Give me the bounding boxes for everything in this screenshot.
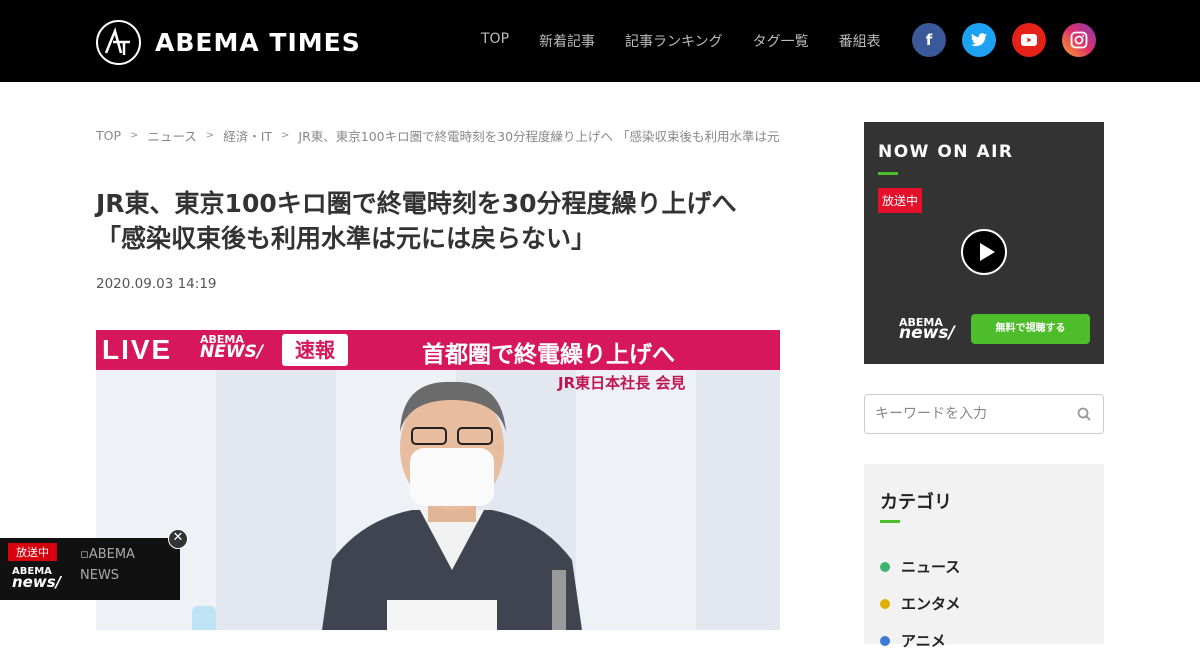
speaker-figure xyxy=(322,381,582,630)
close-icon[interactable]: ✕ xyxy=(168,529,188,549)
live-label: LIVE xyxy=(102,334,173,365)
category-item-news[interactable]: ニュース xyxy=(880,548,961,585)
twitter-icon[interactable] xyxy=(962,23,996,57)
breadcrumb-news[interactable]: ニュース xyxy=(147,126,196,144)
facebook-icon[interactable]: f xyxy=(912,23,946,57)
article-title: JR東、東京100キロ圏で終電時刻を30分程度繰り上げへ 「感染収束後も利用水準… xyxy=(96,189,737,253)
banner-subhead: JR東日本社長 会見 xyxy=(558,374,686,392)
instagram-icon[interactable] xyxy=(1062,23,1096,57)
nav-tags[interactable]: タグ一覧 xyxy=(753,31,809,51)
abema-news-logo: ABEMA NEWS/ xyxy=(200,333,264,362)
search-icon[interactable] xyxy=(1077,407,1091,421)
now-on-air-title: NOW ON AIR xyxy=(878,142,1014,162)
mini-thumbnail-alt: ▫ABEMA NEWS xyxy=(80,547,135,583)
breadcrumb-current: JR東、東京100キロ圏で終電時刻を30分程度繰り上げへ 「感染収束後も利用水準… xyxy=(298,128,780,144)
onair-badge: 放送中 xyxy=(878,188,923,213)
breadcrumb: TOP > ニュース > 経済・IT > JR東、東京100キロ圏で終電時刻を3… xyxy=(96,126,780,144)
breadcrumb-economy[interactable]: 経済・IT xyxy=(223,126,272,144)
title-underline xyxy=(878,172,898,175)
category-title: カテゴリ xyxy=(880,492,952,513)
now-on-air-widget: NOW ON AIR 放送中 ABEMA news/ 無料で視聴する xyxy=(864,122,1104,364)
search-box xyxy=(864,394,1104,434)
article-hero-image: LIVE ABEMA NEWS/ 速報 首都圏で終電繰り上げへ JR東日本社長 … xyxy=(96,330,780,630)
chevron-right-icon: > xyxy=(130,129,139,141)
mini-player[interactable]: 放送中 ABEMA news/ ▫ABEMA NEWS ✕ xyxy=(0,529,188,600)
broken-image-icon: ▫ xyxy=(80,547,89,562)
nav-top[interactable]: TOP xyxy=(481,31,509,51)
brand-name: ABEMA TIMES xyxy=(155,28,361,57)
category-widget: カテゴリ ニュース エンタメ アニメ xyxy=(864,464,1104,650)
nav-new-articles[interactable]: 新着記事 xyxy=(539,31,595,51)
nav-schedule[interactable]: 番組表 xyxy=(839,31,881,51)
article-date: 2020.09.03 14:19 xyxy=(96,276,217,292)
category-item-entertainment[interactable]: エンタメ xyxy=(880,585,961,622)
site-logo[interactable]: ABEMA TIMES xyxy=(96,20,361,65)
mini-onair-badge: 放送中 xyxy=(8,543,57,561)
site-header: ABEMA TIMES TOP 新着記事 記事ランキング タグ一覧 番組表 f xyxy=(0,0,1200,82)
watch-free-button[interactable]: 無料で視聴する xyxy=(971,314,1090,344)
category-list: ニュース エンタメ アニメ xyxy=(880,548,961,659)
play-icon[interactable] xyxy=(961,229,1007,275)
youtube-icon[interactable] xyxy=(1012,23,1046,57)
category-dot-icon xyxy=(880,598,890,609)
category-item-anime[interactable]: アニメ xyxy=(880,622,961,659)
main-nav: TOP 新着記事 記事ランキング タグ一覧 番組表 xyxy=(481,31,911,51)
water-bottle xyxy=(192,606,216,630)
chevron-right-icon: > xyxy=(205,129,215,141)
category-dot-icon xyxy=(880,635,890,646)
search-input[interactable] xyxy=(875,404,1065,424)
chevron-right-icon: > xyxy=(281,129,290,141)
logo-mark-icon xyxy=(96,20,141,65)
breadcrumb-top[interactable]: TOP xyxy=(96,128,121,143)
category-dot-icon xyxy=(880,561,890,572)
title-underline xyxy=(880,520,900,523)
mini-abema-news-logo: ABEMA news/ xyxy=(12,566,62,591)
breaking-badge: 速報 xyxy=(282,334,348,366)
nav-ranking[interactable]: 記事ランキング xyxy=(625,31,723,51)
onair-abema-news-logo: ABEMA news/ xyxy=(899,316,955,343)
social-links: f xyxy=(912,23,1112,57)
banner-headline: 首都圏で終電繰り上げへ xyxy=(422,342,675,368)
